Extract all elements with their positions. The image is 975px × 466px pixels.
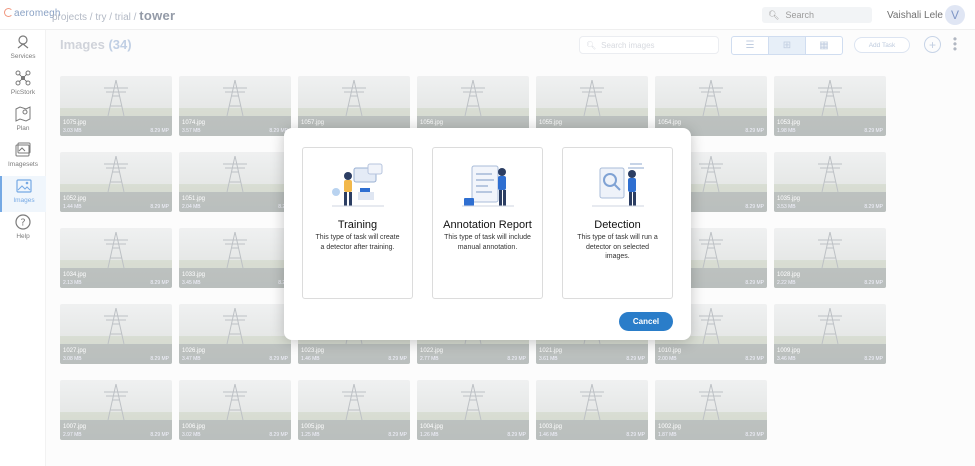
training-illustration-icon: [331, 163, 384, 207]
task-card-annotation-report[interactable]: Annotation Report This type of task will…: [432, 147, 543, 299]
task-card-description: This type of task will run a detector on…: [577, 234, 658, 260]
task-card-title: Detection: [594, 219, 641, 231]
task-card-title: Training: [337, 219, 378, 231]
task-card-description: This type of task will include manual an…: [444, 234, 531, 251]
detection-illustration-icon: [591, 163, 644, 207]
task-card-training[interactable]: Training This type of task will create a…: [302, 147, 413, 299]
cancel-button[interactable]: Cancel: [619, 312, 673, 331]
task-card-detection[interactable]: Detection This type of task will run a d…: [562, 147, 673, 299]
annotation-illustration-icon: [461, 165, 514, 207]
task-card-description: This type of task will create a detector…: [315, 234, 400, 251]
task-card-title: Annotation Report: [443, 219, 532, 231]
task-type-modal: Training This type of task will create a…: [284, 128, 691, 340]
